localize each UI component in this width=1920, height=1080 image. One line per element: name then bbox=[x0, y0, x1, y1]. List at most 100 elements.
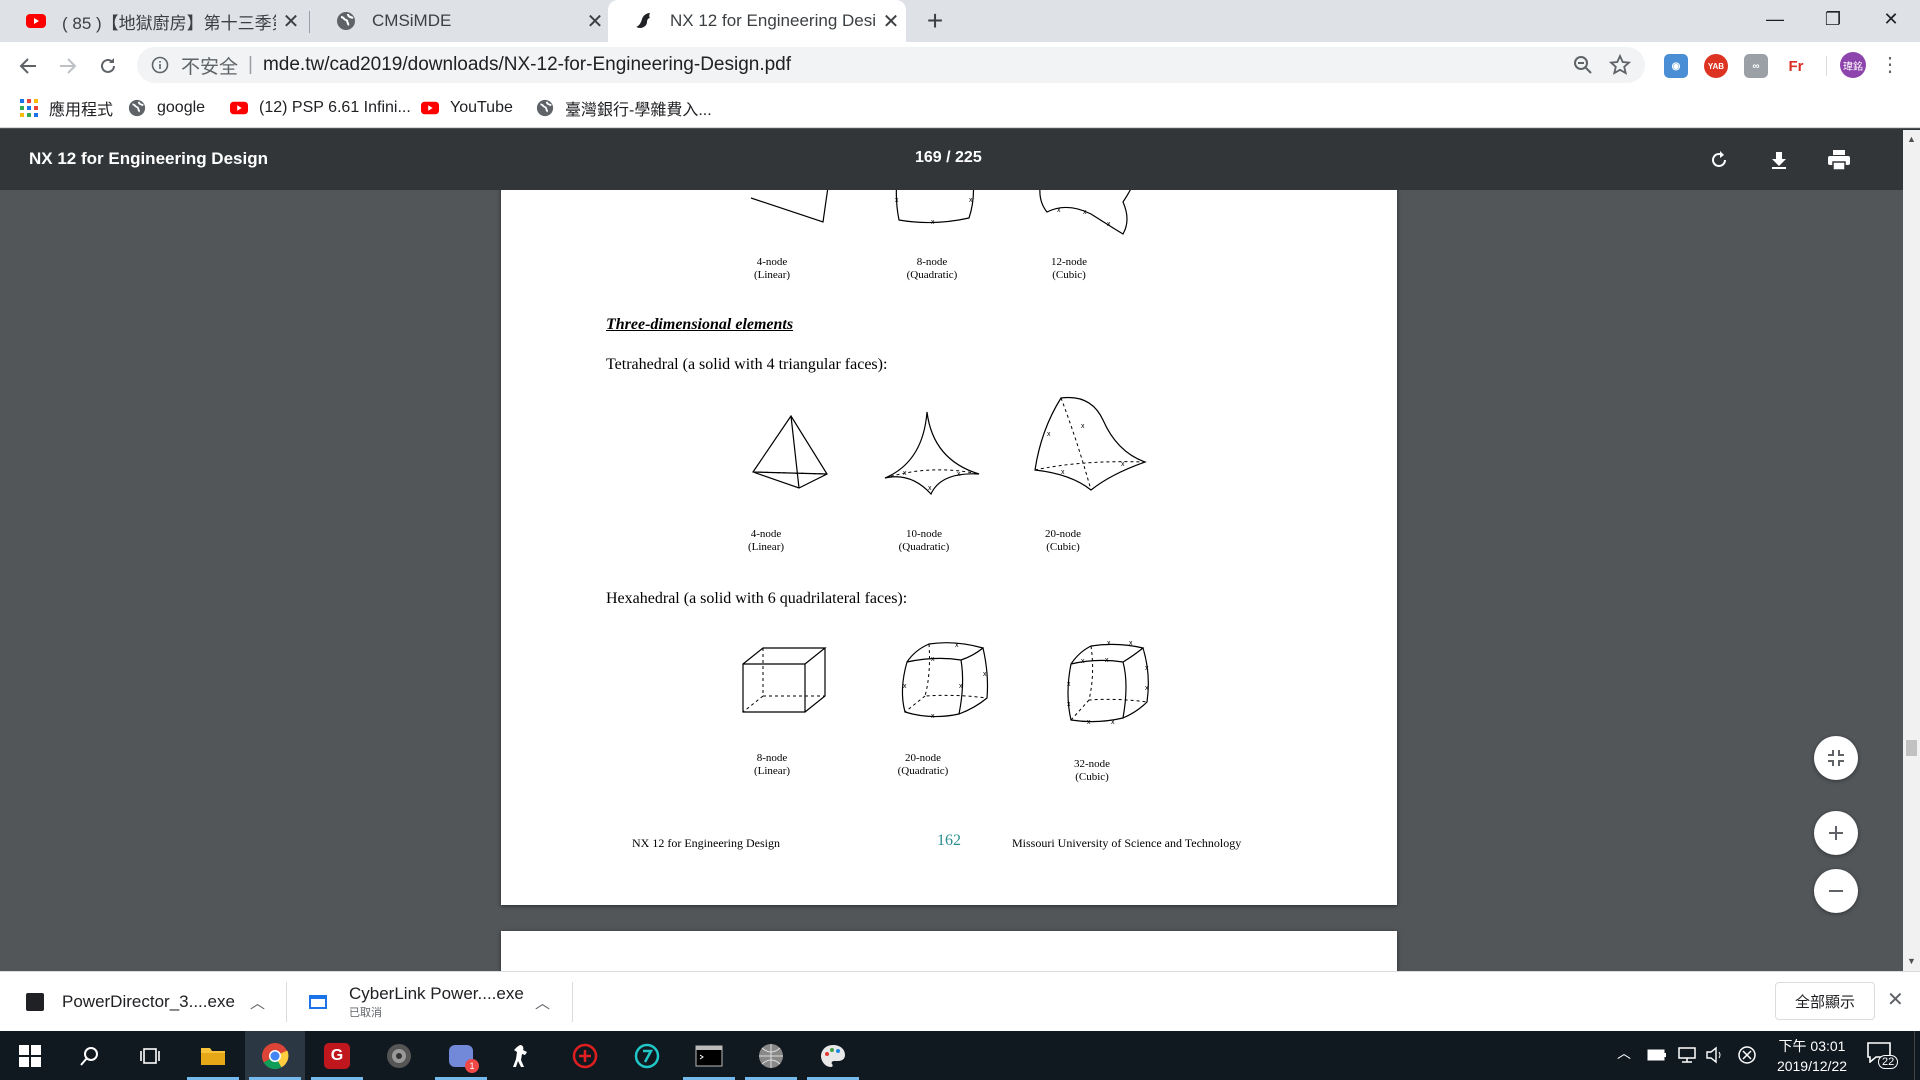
taskbar-clock[interactable]: 下午 03:01 2019/12/22 bbox=[1762, 1036, 1862, 1076]
close-tab-icon[interactable]: ✕ bbox=[276, 9, 306, 34]
tab-cmsimde[interactable]: CMSiMDE ✕ bbox=[310, 0, 610, 42]
hexahedron-32-node-figure: x x x x x x x x x x bbox=[1067, 640, 1149, 726]
windows-logo-icon bbox=[19, 1044, 41, 1067]
scroll-thumb[interactable] bbox=[1906, 740, 1917, 756]
palette-icon bbox=[821, 1044, 845, 1067]
minimize-button[interactable]: — bbox=[1746, 0, 1804, 38]
bookmark-bank[interactable]: 臺灣銀行-學雜費入... bbox=[536, 96, 712, 120]
arrow-left-icon bbox=[19, 58, 36, 74]
chrome-menu-icon[interactable]: ⋮ bbox=[1880, 52, 1900, 78]
screenshot-extension-icon[interactable]: ◉ bbox=[1664, 54, 1688, 78]
svg-text:x: x bbox=[1067, 681, 1071, 688]
print-icon bbox=[1828, 150, 1850, 171]
bookmark-psp[interactable]: (12) PSP 6.61 Infini... bbox=[230, 96, 411, 120]
apps-grid-icon bbox=[20, 99, 38, 117]
bookmark-label: (12) PSP 6.61 Infini... bbox=[259, 99, 411, 116]
svg-text:x: x bbox=[1067, 701, 1071, 708]
search-button[interactable] bbox=[60, 1031, 120, 1080]
zoom-icon[interactable] bbox=[1573, 55, 1593, 75]
paint-button[interactable] bbox=[803, 1031, 863, 1080]
youtube-icon bbox=[26, 14, 46, 28]
svg-text:x: x bbox=[983, 671, 987, 678]
page-footer-number: 162 bbox=[937, 832, 961, 849]
download-button[interactable] bbox=[1765, 146, 1793, 174]
yab-extension-icon[interactable]: YAB bbox=[1704, 54, 1728, 78]
garena-button[interactable]: G bbox=[307, 1031, 367, 1080]
reload-button[interactable] bbox=[92, 50, 124, 82]
hexahedron-20-node-figure: x x x x x x bbox=[901, 642, 989, 720]
close-downloads-bar-icon[interactable]: ✕ bbox=[1887, 987, 1904, 1012]
volume-icon[interactable] bbox=[1705, 1046, 1725, 1064]
close-tab-icon[interactable]: ✕ bbox=[580, 9, 610, 34]
bookmark-star-icon[interactable] bbox=[1609, 54, 1631, 76]
show-all-downloads-button[interactable]: 全部顯示 bbox=[1775, 982, 1875, 1020]
globe-icon bbox=[536, 99, 554, 117]
svg-text:x: x bbox=[931, 219, 935, 226]
page-footer-right: Missouri University of Science and Techn… bbox=[1012, 836, 1242, 850]
teal-app-button[interactable] bbox=[617, 1031, 677, 1080]
task-view-button[interactable] bbox=[120, 1031, 180, 1080]
terminal-button[interactable] bbox=[679, 1031, 739, 1080]
discord-button[interactable]: 1 bbox=[431, 1031, 491, 1080]
garena-icon: G bbox=[324, 1042, 350, 1069]
action-center-button[interactable]: 22 bbox=[1866, 1041, 1899, 1071]
profile-avatar[interactable]: 瑋銘 bbox=[1840, 52, 1866, 78]
bookmark-google[interactable]: google bbox=[128, 96, 205, 120]
zoom-out-button[interactable] bbox=[1814, 869, 1858, 913]
toolbar-divider bbox=[1826, 56, 1827, 76]
battery-icon[interactable] bbox=[1647, 1048, 1667, 1062]
tab-hells-kitchen[interactable]: ( 85 )【地獄廚房】第十三季第 ✕ bbox=[0, 0, 306, 42]
show-desktop-button[interactable] bbox=[1914, 1031, 1920, 1080]
tetrahedron-10-node-figure: x x x bbox=[884, 411, 980, 496]
tab-nx12-pdf[interactable]: NX 12 for Engineering Design ✕ bbox=[608, 0, 906, 42]
gear-app-button[interactable] bbox=[369, 1031, 429, 1080]
show-hidden-icons-button[interactable]: ︿ bbox=[1617, 1043, 1631, 1063]
wireframe-sphere-icon bbox=[759, 1043, 783, 1068]
fit-to-page-icon bbox=[1828, 750, 1844, 766]
caption-tetra-quadratic: 10-node (Quadratic) bbox=[898, 528, 950, 553]
network-icon[interactable] bbox=[1677, 1046, 1697, 1064]
download-icon bbox=[1772, 152, 1786, 169]
infinity-extension-icon[interactable]: ∞ bbox=[1744, 54, 1768, 78]
file-explorer-button[interactable] bbox=[183, 1031, 243, 1080]
back-button[interactable] bbox=[12, 50, 44, 82]
bookmark-apps[interactable]: 應用程式 bbox=[20, 96, 113, 120]
new-tab-button[interactable]: + bbox=[918, 4, 952, 38]
minus-icon bbox=[1829, 890, 1843, 892]
print-button[interactable] bbox=[1825, 146, 1853, 174]
page-indicator[interactable]: 169 / 225 bbox=[915, 149, 982, 167]
pdf-viewer[interactable]: x x x x x x 4-node (Linear) 8-node (Quadratic)… bbox=[0, 190, 1920, 971]
start-button[interactable] bbox=[0, 1031, 60, 1080]
download-item[interactable]: PowerDirector_3....exe ︿ bbox=[0, 972, 285, 1032]
scroll-up-arrow[interactable]: ▲ bbox=[1907, 134, 1916, 144]
restore-button[interactable]: ❐ bbox=[1804, 0, 1862, 38]
vertical-scrollbar[interactable]: ▲ ▼ bbox=[1903, 130, 1920, 971]
section-heading: Three-dimensional elements bbox=[606, 316, 794, 333]
reload-icon bbox=[101, 58, 115, 73]
close-tab-icon[interactable]: ✕ bbox=[876, 9, 906, 34]
youtube-icon bbox=[230, 101, 248, 115]
svg-text:x: x bbox=[895, 197, 899, 204]
bookmark-youtube[interactable]: YouTube bbox=[421, 96, 513, 120]
rotate-icon bbox=[1712, 151, 1726, 167]
counter-strike-button[interactable] bbox=[493, 1031, 553, 1080]
red-app-button[interactable] bbox=[555, 1031, 615, 1080]
zoom-in-button[interactable] bbox=[1814, 811, 1858, 855]
fit-page-button[interactable] bbox=[1814, 736, 1858, 780]
forward-button[interactable] bbox=[52, 50, 84, 82]
scroll-down-arrow[interactable]: ▼ bbox=[1907, 956, 1916, 966]
download-item[interactable]: CyberLink Power....exe 已取消 ︿ bbox=[287, 972, 572, 1032]
rotate-button[interactable] bbox=[1705, 146, 1733, 174]
translate-extension-icon[interactable]: Fr bbox=[1784, 54, 1808, 78]
omnibox-divider: | bbox=[248, 54, 253, 75]
windows-taskbar: G 1 ︿ 下午 03:01 2019/12/22 22 bbox=[0, 1031, 1920, 1080]
chrome-button[interactable] bbox=[245, 1031, 305, 1080]
error-circle-icon[interactable] bbox=[1737, 1045, 1757, 1065]
svg-text:x: x bbox=[1087, 719, 1091, 726]
wireframe-app-button[interactable] bbox=[741, 1031, 801, 1080]
close-window-button[interactable]: ✕ bbox=[1862, 0, 1920, 38]
chevron-up-icon[interactable]: ︿ bbox=[250, 992, 265, 1013]
address-bar[interactable]: 不安全 | mde.tw/cad2019/downloads/NX-12-for… bbox=[137, 47, 1645, 83]
arrow-right-icon bbox=[60, 58, 77, 74]
chevron-up-icon[interactable]: ︿ bbox=[535, 992, 550, 1013]
